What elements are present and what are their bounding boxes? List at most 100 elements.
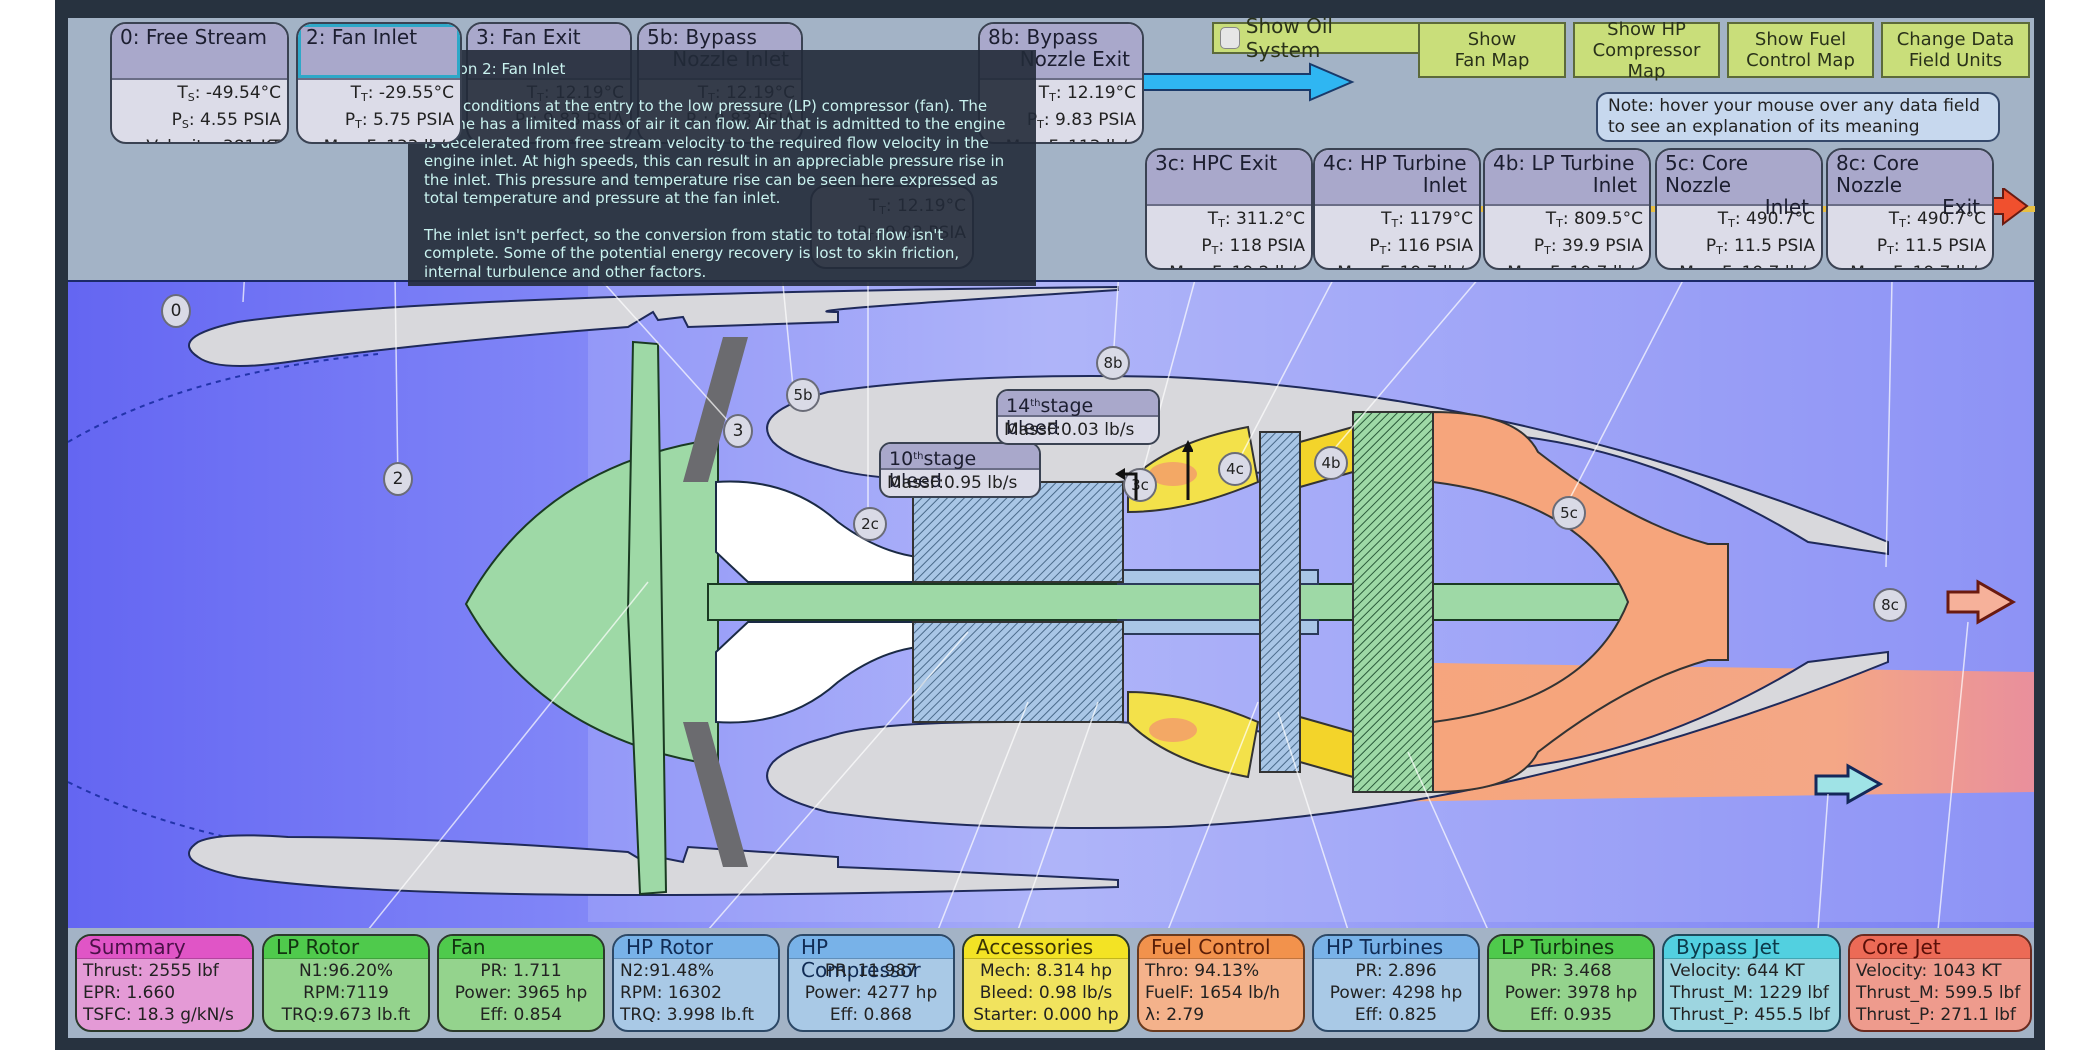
- station-4b-box[interactable]: 4b: LP Turbine Inlet TT: 809.5°C PT: 39.9 P…: [1483, 148, 1651, 270]
- station-field-t[interactable]: TS: -49.54°C: [118, 82, 281, 109]
- component-field[interactable]: PR: 2.896: [1320, 960, 1472, 982]
- station-marker-2c[interactable]: 2c: [853, 507, 887, 541]
- component-title: Summary: [77, 936, 252, 959]
- station-marker-0[interactable]: 0: [161, 294, 191, 328]
- show-hp-compressor-map-button[interactable]: Show HP Compressor Map: [1573, 19, 1720, 82]
- station-field-p[interactable]: PT: 39.9 PSIA: [1491, 235, 1643, 262]
- component-field[interactable]: Thrust_M: 1229 lbf: [1670, 982, 1833, 1004]
- field-value: 4.55 PSIA: [200, 110, 281, 130]
- component-field[interactable]: Thrust: 2555 lbf: [83, 960, 246, 982]
- checkbox-box[interactable]: [1220, 27, 1240, 49]
- component-values: PR: 2.896 Power: 4298 hp Eff: 0.825: [1314, 959, 1478, 1027]
- show-oil-system-checkbox[interactable]: Show Oil System: [1212, 14, 1420, 62]
- component-field[interactable]: PR: 1.711: [445, 960, 597, 982]
- station-field-p[interactable]: PT: 116 PSIA: [1321, 235, 1473, 262]
- station-field-p[interactable]: PT: 11.5 PSIA: [1834, 235, 1986, 262]
- component-field[interactable]: Eff: 0.854: [445, 1004, 597, 1026]
- component-field[interactable]: Eff: 0.825: [1320, 1004, 1472, 1026]
- station-field-t[interactable]: TT: -29.55°C: [304, 82, 454, 109]
- component-bypass-jet[interactable]: Bypass Jet Velocity: 644 KT Thrust_M: 1229…: [1662, 934, 1841, 1032]
- component-field[interactable]: Power: 4298 hp: [1320, 982, 1472, 1004]
- station-5c-box[interactable]: 5c: Core Nozzle Inlet TT: 490.7°C PT: 11.5 …: [1655, 148, 1823, 270]
- component-field[interactable]: Bleed: 0.98 lb/s: [970, 982, 1122, 1004]
- component-values: Velocity: 644 KT Thrust_M: 1229 lbf Thrust…: [1664, 959, 1839, 1027]
- station-2-box[interactable]: 2: Fan Inlet TT: -29.55°CPT: 5.75 PSIAMas…: [296, 22, 462, 144]
- station-field-massf[interactable]: MassF: 19.7 lb/s: [1663, 262, 1815, 268]
- component-field[interactable]: FuelF: 1654 lb/h: [1145, 982, 1297, 1004]
- component-fuel-control[interactable]: Fuel Control Thro: 94.13% FuelF: 1654 lb/h…: [1137, 934, 1305, 1032]
- component-accessories[interactable]: Accessories Mech: 8.314 hp Bleed: 0.98 lb/…: [962, 934, 1130, 1032]
- station-field-p[interactable]: PT: 5.75 PSIA: [304, 109, 454, 136]
- component-core-jet[interactable]: Core Jet Velocity: 1043 KT Thrust_M: 599.5…: [1848, 934, 2032, 1032]
- change-data-field-units-button[interactable]: Change Data Field Units: [1881, 22, 2030, 78]
- component-field[interactable]: TSFC: 18.3 g/kN/s: [83, 1004, 246, 1026]
- component-field[interactable]: λ: 2.79: [1145, 1004, 1297, 1026]
- component-field[interactable]: RPM: 16302: [620, 982, 772, 1004]
- station-marker-8c[interactable]: 8c: [1873, 588, 1907, 622]
- station-field-t[interactable]: TT: 809.5°C: [1491, 208, 1643, 235]
- component-hp-rotor[interactable]: HP Rotor N2:91.48% RPM: 16302 TRQ: 3.998 lb…: [612, 934, 780, 1032]
- button-line-2: Control Map: [1746, 50, 1855, 71]
- bleed-10th-stage[interactable]: 10thstage bleed MassF:0.95 lb/s: [879, 442, 1041, 498]
- component-field[interactable]: Power: 4277 hp: [795, 982, 947, 1004]
- component-field[interactable]: Mech: 8.314 hp: [970, 960, 1122, 982]
- station-4c-box[interactable]: 4c: HP Turbine Inlet TT: 1179°C PT: 116 PSI…: [1313, 148, 1481, 270]
- station-field-t[interactable]: TT: 1179°C: [1321, 208, 1473, 235]
- station-field-p[interactable]: PS: 4.55 PSIA: [118, 109, 281, 136]
- station-field-massf[interactable]: MassF: 19.7 lb/s: [1834, 262, 1986, 268]
- component-field[interactable]: Power: 3965 hp: [445, 982, 597, 1004]
- component-field[interactable]: Power: 3978 hp: [1495, 982, 1647, 1004]
- component-summary[interactable]: Summary Thrust: 2555 lbf EPR: 1.660 TSFC: 1…: [75, 934, 254, 1032]
- component-field[interactable]: Starter: 0.000 hp: [970, 1004, 1122, 1026]
- component-field[interactable]: Thrust_P: 271.1 lbf: [1856, 1004, 2024, 1026]
- station-field-p[interactable]: PT: 118 PSIA: [1153, 235, 1305, 262]
- component-field[interactable]: Thro: 94.13%: [1145, 960, 1297, 982]
- component-hp-turbines[interactable]: HP Turbines PR: 2.896 Power: 4298 hp Eff: 0…: [1312, 934, 1480, 1032]
- component-lp-turbines[interactable]: LP Turbines PR: 3.468 Power: 3978 hp Eff: 0…: [1487, 934, 1655, 1032]
- station-field-velocity[interactable]: Velocity: 381 KT: [118, 136, 281, 142]
- station-field-p[interactable]: PT: 11.5 PSIA: [1663, 235, 1815, 262]
- field-label: T: [1381, 209, 1392, 229]
- component-lp-rotor[interactable]: LP Rotor N1:96.20% RPM:7119 TRQ:9.673 lb.ft: [262, 934, 430, 1032]
- component-field[interactable]: TRQ:9.673 lb.ft: [270, 1004, 422, 1026]
- field-value: 116 PSIA: [1397, 236, 1473, 256]
- field-subscript: T: [1556, 217, 1563, 230]
- station-marker-8b[interactable]: 8b: [1096, 346, 1130, 380]
- component-field[interactable]: Thrust_P: 455.5 lbf: [1670, 1004, 1833, 1026]
- station-field-massf[interactable]: MassF: 133 lb/s: [304, 136, 454, 142]
- station-marker-5b[interactable]: 5b: [786, 378, 820, 412]
- component-field[interactable]: RPM:7119: [270, 982, 422, 1004]
- component-field[interactable]: TRQ: 3.998 lb.ft: [620, 1004, 772, 1026]
- station-field-t[interactable]: TT: 490.7°C: [1663, 208, 1815, 235]
- component-field[interactable]: Velocity: 1043 KT: [1856, 960, 2024, 982]
- show-fuel-control-map-button[interactable]: Show Fuel Control Map: [1727, 22, 1874, 78]
- station-field-t[interactable]: TT: 490.7°C: [1834, 208, 1986, 235]
- station-field-massf[interactable]: MassF: 19.2 lb/s: [1153, 262, 1305, 268]
- component-field[interactable]: Velocity: 644 KT: [1670, 960, 1833, 982]
- component-fan[interactable]: Fan PR: 1.711 Power: 3965 hp Eff: 0.854: [437, 934, 605, 1032]
- station-marker-5c[interactable]: 5c: [1552, 496, 1586, 530]
- station-0-box[interactable]: 0: Free Stream TS: -49.54°CPS: 4.55 PSIAV…: [110, 22, 289, 144]
- station-field-t[interactable]: TT: 311.2°C: [1153, 208, 1305, 235]
- component-field[interactable]: PR: 3.468: [1495, 960, 1647, 982]
- station-marker-4c[interactable]: 4c: [1218, 452, 1252, 486]
- station-marker-4b[interactable]: 4b: [1314, 446, 1348, 480]
- component-hp-compressor[interactable]: HP Compressor PR: 11.987 Power: 4277 hp Eff…: [787, 934, 955, 1032]
- show-fan-map-button[interactable]: Show Fan Map: [1418, 22, 1566, 78]
- station-marker-2[interactable]: 2: [383, 462, 413, 496]
- component-field[interactable]: Eff: 0.935: [1495, 1004, 1647, 1026]
- component-field[interactable]: EPR: 1.660: [83, 982, 246, 1004]
- station-3c-box[interactable]: 3c: HPC Exit TT: 311.2°CPT: 118 PSIAMassF…: [1145, 148, 1313, 270]
- component-field[interactable]: N2:91.48%: [620, 960, 772, 982]
- station-values: TT: -29.55°CPT: 5.75 PSIAMassF: 133 lb/s: [298, 80, 460, 142]
- station-marker-3[interactable]: 3: [723, 414, 753, 448]
- component-field[interactable]: Eff: 0.868: [795, 1004, 947, 1026]
- field-label: P: [171, 110, 182, 130]
- component-field[interactable]: Thrust_M: 599.5 lbf: [1856, 982, 2024, 1004]
- component-field[interactable]: N1:96.20%: [270, 960, 422, 982]
- station-field-massf[interactable]: MassF: 19.7 lb/s: [1491, 262, 1643, 268]
- button-line-1: Show: [1467, 29, 1517, 50]
- station-field-massf[interactable]: MassF: 19.7 lb/s: [1321, 262, 1473, 268]
- station-8c-box[interactable]: 8c: Core Nozzle Exit TT: 490.7°C PT: 11.5 P…: [1826, 148, 1994, 270]
- button-line-2: Fan Map: [1454, 50, 1530, 71]
